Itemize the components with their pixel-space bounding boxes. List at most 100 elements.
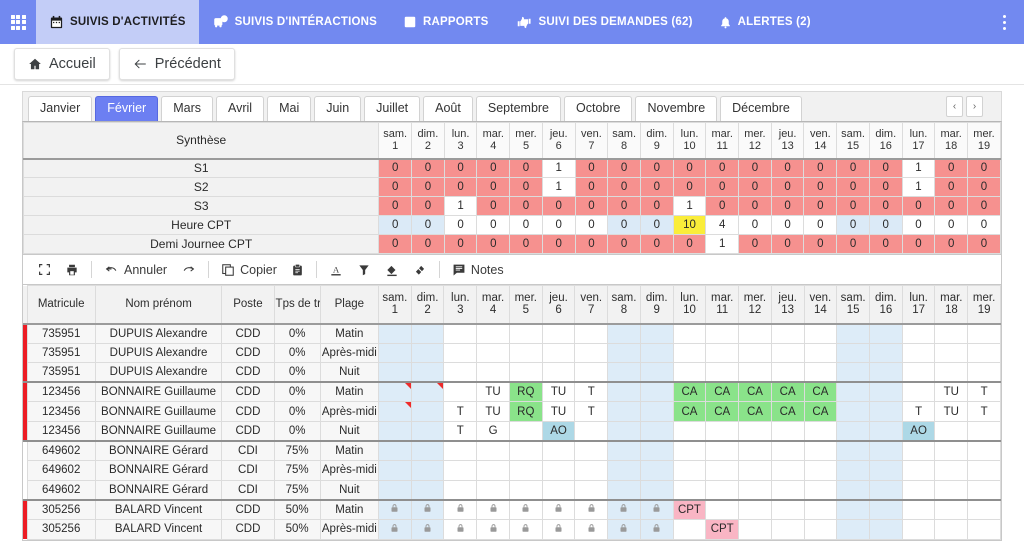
grid-cell[interactable]: [574, 460, 609, 481]
synthese-cell[interactable]: 0: [378, 158, 413, 178]
copy-button[interactable]: Copier: [214, 261, 284, 279]
grid-cell[interactable]: [967, 420, 1001, 442]
grid-cell[interactable]: [410, 342, 445, 364]
column-header-4[interactable]: Tps de travail: [273, 285, 321, 325]
grid-cell[interactable]: [443, 498, 478, 520]
grid-cell[interactable]: [869, 342, 903, 364]
grid-cell[interactable]: TU: [541, 401, 576, 422]
clear-format-button[interactable]: [350, 261, 378, 279]
grid-cell[interactable]: [541, 479, 576, 501]
grid-cell[interactable]: [901, 342, 936, 364]
synthese-cell[interactable]: 1: [541, 177, 576, 197]
grid-cell[interactable]: [476, 322, 510, 344]
grid-cell[interactable]: [705, 342, 740, 364]
grid-cell[interactable]: [607, 518, 641, 540]
grid-cell[interactable]: [869, 479, 903, 501]
grid-cell[interactable]: [738, 479, 772, 501]
synthese-cell[interactable]: 0: [967, 215, 1001, 235]
nav-item-5[interactable]: ALERTES (2): [706, 0, 824, 44]
grid-cell[interactable]: T: [967, 381, 1001, 403]
synthese-cell[interactable]: 0: [738, 158, 772, 178]
grid-cell[interactable]: [541, 362, 576, 383]
grid-cell[interactable]: [672, 440, 707, 462]
synthese-cell[interactable]: 0: [803, 234, 838, 254]
grid-cell[interactable]: [738, 460, 772, 481]
grid-cell[interactable]: [967, 518, 1001, 540]
table-row[interactable]: 123456 BONNAIRE Guillaume CDD 0% Matin TU RQ TU…: [23, 381, 1001, 403]
grid-cell[interactable]: [639, 342, 674, 364]
synthese-cell[interactable]: 0: [770, 158, 805, 178]
grid-cell[interactable]: [574, 342, 609, 364]
grid-cell[interactable]: [738, 518, 772, 540]
grid-cell[interactable]: [803, 322, 838, 344]
grid-cell[interactable]: [770, 498, 805, 520]
table-row[interactable]: 649602 BONNAIRE Gérard CDI 75% Matin: [23, 440, 1001, 462]
grid-cell[interactable]: [541, 322, 576, 344]
grid-cell[interactable]: CA: [672, 381, 707, 403]
grid-cell[interactable]: [869, 440, 903, 462]
synthese-cell[interactable]: 0: [672, 177, 707, 197]
grid-cell[interactable]: [869, 362, 903, 383]
month-tab-7[interactable]: Juillet: [364, 96, 421, 121]
grid-cell[interactable]: [869, 460, 903, 481]
grid-cell[interactable]: [672, 322, 707, 344]
grid-cell[interactable]: [574, 420, 609, 442]
synthese-cell[interactable]: 0: [672, 234, 707, 254]
month-tab-11[interactable]: Novembre: [635, 96, 718, 121]
grid-cell[interactable]: CPT: [705, 518, 740, 540]
grid-cell[interactable]: [803, 518, 838, 540]
grid-cell[interactable]: [934, 479, 969, 501]
synthese-cell[interactable]: 0: [443, 215, 478, 235]
grid-cell[interactable]: [574, 362, 609, 383]
grid-cell[interactable]: [639, 322, 674, 344]
grid-cell[interactable]: [770, 479, 805, 501]
column-header-2[interactable]: Nom prénom: [94, 285, 223, 325]
grid-cell[interactable]: [869, 401, 903, 422]
synthese-cell[interactable]: 0: [574, 215, 609, 235]
synthese-cell[interactable]: 0: [378, 196, 413, 216]
table-row[interactable]: 735951 DUPUIS Alexandre CDD 0% Matin: [23, 322, 1001, 344]
grid-cell[interactable]: [738, 362, 772, 383]
table-row[interactable]: 735951 DUPUIS Alexandre CDD 0% Après-midi: [23, 342, 1001, 364]
synthese-cell[interactable]: 0: [836, 158, 870, 178]
synthese-cell[interactable]: 0: [476, 196, 511, 216]
synthese-cell[interactable]: 0: [378, 177, 413, 197]
grid-cell[interactable]: TU: [934, 381, 969, 403]
synthese-cell[interactable]: 0: [705, 177, 740, 197]
grid-cell[interactable]: [836, 420, 870, 442]
grid-cell[interactable]: [541, 440, 576, 462]
synthese-cell[interactable]: 0: [541, 234, 576, 254]
nav-item-3[interactable]: RAPPORTS: [390, 0, 502, 44]
grid-cell[interactable]: [803, 460, 838, 481]
nav-item-1[interactable]: SUIVIS D'ACTIVITÉS: [36, 0, 199, 44]
column-header-5[interactable]: Plage: [319, 285, 379, 325]
grid-cell[interactable]: [967, 460, 1001, 481]
chevron-left-icon[interactable]: ‹: [946, 96, 963, 117]
synthese-cell[interactable]: 0: [639, 158, 674, 178]
grid-cell[interactable]: [901, 479, 936, 501]
synthese-cell[interactable]: 0: [607, 177, 641, 197]
synthese-cell[interactable]: 0: [967, 234, 1001, 254]
grid-cell[interactable]: [476, 440, 510, 462]
grid-cell[interactable]: [377, 498, 412, 520]
synthese-cell[interactable]: 0: [868, 234, 903, 254]
grid-cell[interactable]: [934, 420, 969, 442]
grid-cell[interactable]: [934, 460, 969, 481]
grid-cell[interactable]: [541, 518, 576, 540]
synthese-cell[interactable]: 0: [509, 215, 543, 235]
back-button[interactable]: Précédent: [118, 48, 235, 80]
synthese-cell[interactable]: 1: [901, 158, 936, 178]
grid-cell[interactable]: T: [443, 420, 478, 442]
grid-cell[interactable]: [476, 460, 510, 481]
print-button[interactable]: [58, 261, 86, 279]
grid-cell[interactable]: [770, 440, 805, 462]
grid-cell[interactable]: CA: [803, 401, 838, 422]
synthese-cell[interactable]: 0: [836, 234, 870, 254]
grid-cell[interactable]: [410, 401, 445, 422]
synthese-cell[interactable]: 0: [967, 158, 1001, 178]
synthese-cell[interactable]: 0: [705, 158, 740, 178]
synthese-cell[interactable]: 0: [574, 234, 609, 254]
grid-cell[interactable]: CA: [770, 401, 805, 422]
synthese-cell[interactable]: 0: [868, 196, 903, 216]
grid-cell[interactable]: [574, 479, 609, 501]
